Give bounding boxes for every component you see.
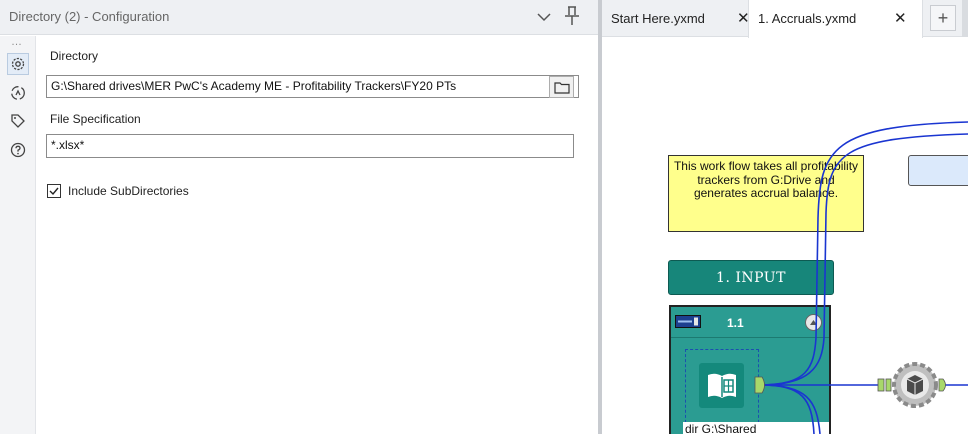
more-dots-icon[interactable]: … — [11, 36, 23, 48]
include-subdirectories-checkbox[interactable] — [47, 184, 61, 198]
file-spec-label: File Specification — [50, 112, 141, 126]
pin-icon[interactable] — [562, 5, 582, 27]
workflow-canvas[interactable]: This work flow takes all profitability t… — [602, 38, 968, 434]
cleanse-tool-icon[interactable] — [892, 362, 938, 408]
close-icon[interactable]: ✕ — [894, 9, 907, 27]
config-body: Directory G:\Shared drives\MER PwC's Aca… — [36, 36, 598, 434]
document-tab-strip: Start Here.yxmd ✕ 1. Accruals.yxmd ✕ + — [602, 0, 968, 38]
include-subdirectories-label[interactable]: Include SubDirectories — [68, 184, 189, 198]
new-tab-button[interactable]: + — [930, 5, 956, 31]
tab-label: Start Here.yxmd — [611, 11, 705, 26]
tab-accruals[interactable]: 1. Accruals.yxmd ✕ — [748, 0, 923, 38]
folder-icon — [553, 81, 570, 94]
configuration-panel: Directory (2) - Configuration … Director… — [0, 0, 598, 434]
config-icon-rail: … — [0, 36, 36, 434]
directory-field[interactable]: G:\Shared drives\MER PwC's Academy ME - … — [46, 75, 579, 98]
checkmark-icon — [49, 187, 59, 196]
chevron-down-icon[interactable] — [535, 8, 553, 26]
file-spec-field[interactable]: *.xlsx* — [46, 134, 574, 158]
tab-label: 1. Accruals.yxmd — [758, 11, 857, 26]
browse-folder-button[interactable] — [549, 76, 574, 98]
annotation-icon[interactable] — [7, 82, 29, 104]
tab-start-here[interactable]: Start Here.yxmd ✕ — [602, 0, 750, 37]
workflow-area: Start Here.yxmd ✕ 1. Accruals.yxmd ✕ + T… — [602, 0, 968, 434]
workflow-connections — [754, 121, 968, 434]
tab-strip-edge — [962, 0, 968, 37]
gear-icon[interactable] — [7, 53, 29, 75]
directory-label: Directory — [50, 49, 99, 63]
tag-icon[interactable] — [7, 110, 29, 132]
panel-title: Directory (2) - Configuration — [9, 9, 170, 24]
panel-header: Directory (2) - Configuration — [0, 0, 598, 35]
help-icon[interactable] — [7, 139, 29, 161]
